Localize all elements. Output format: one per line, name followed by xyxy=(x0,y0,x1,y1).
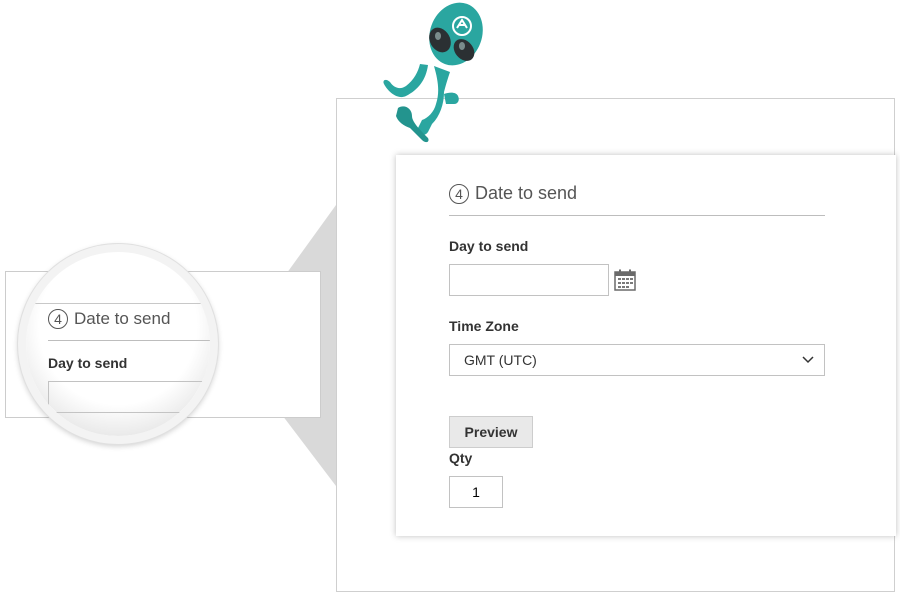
lens-card-top-border xyxy=(26,303,210,304)
lens-section-title: Date to send xyxy=(74,309,171,328)
lens-section-divider xyxy=(48,340,210,341)
section-title: Date to send xyxy=(475,183,578,203)
time-zone-selected-value: GMT (UTC) xyxy=(464,352,537,368)
qty-input[interactable] xyxy=(449,476,503,508)
lens-step-number: 4 xyxy=(48,309,68,329)
date-to-send-panel: 4 Date to send Day to send Time Zone GMT… xyxy=(396,155,896,536)
step-number: 4 xyxy=(449,183,469,204)
calendar-icon[interactable] xyxy=(614,269,636,291)
time-zone-select[interactable]: GMT (UTC) xyxy=(449,344,825,376)
lens-section-header: 4 Date to send xyxy=(48,309,170,329)
lens-day-to-send-input xyxy=(48,381,208,413)
lens-content: 4 Date to send Day to send xyxy=(26,252,210,436)
section-divider xyxy=(449,215,825,216)
qty-label: Qty xyxy=(449,450,473,466)
lens-day-to-send-label: Day to send xyxy=(48,355,128,371)
alien-mascot-icon xyxy=(383,2,483,143)
time-zone-label: Time Zone xyxy=(449,318,519,334)
day-to-send-input[interactable] xyxy=(449,264,609,296)
chevron-down-icon xyxy=(802,356,814,364)
section-header: 4 Date to send xyxy=(449,183,577,204)
preview-button[interactable]: Preview xyxy=(449,416,533,448)
day-to-send-label: Day to send xyxy=(449,238,529,254)
magnifier-lens: 4 Date to send Day to send xyxy=(18,244,218,444)
